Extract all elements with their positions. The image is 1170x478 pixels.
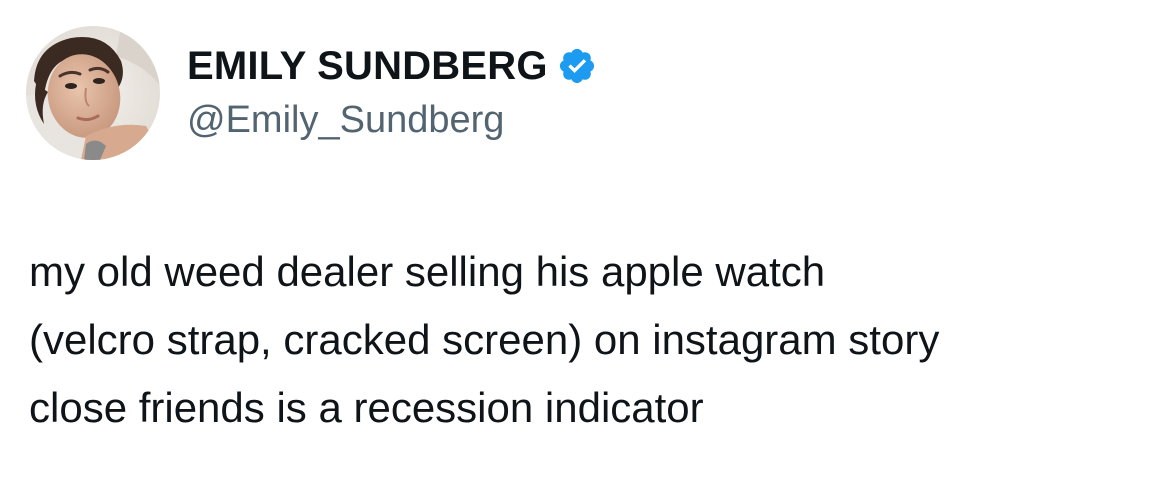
display-name-row[interactable]: EMILY SUNDBERG — [187, 42, 597, 90]
avatar-photo — [26, 26, 160, 160]
tweet-text: my old weed dealer selling his apple wat… — [29, 248, 940, 431]
tweet-header: EMILY SUNDBERG @Emily_Sundberg — [26, 26, 597, 160]
avatar[interactable] — [26, 26, 160, 160]
display-name[interactable]: EMILY SUNDBERG — [187, 42, 548, 90]
verified-badge-icon[interactable] — [557, 46, 597, 86]
author-info: EMILY SUNDBERG @Emily_Sundberg — [187, 42, 597, 144]
tweet-card: EMILY SUNDBERG @Emily_Sundberg my old we… — [0, 0, 1170, 478]
author-handle[interactable]: @Emily_Sundberg — [187, 96, 597, 144]
